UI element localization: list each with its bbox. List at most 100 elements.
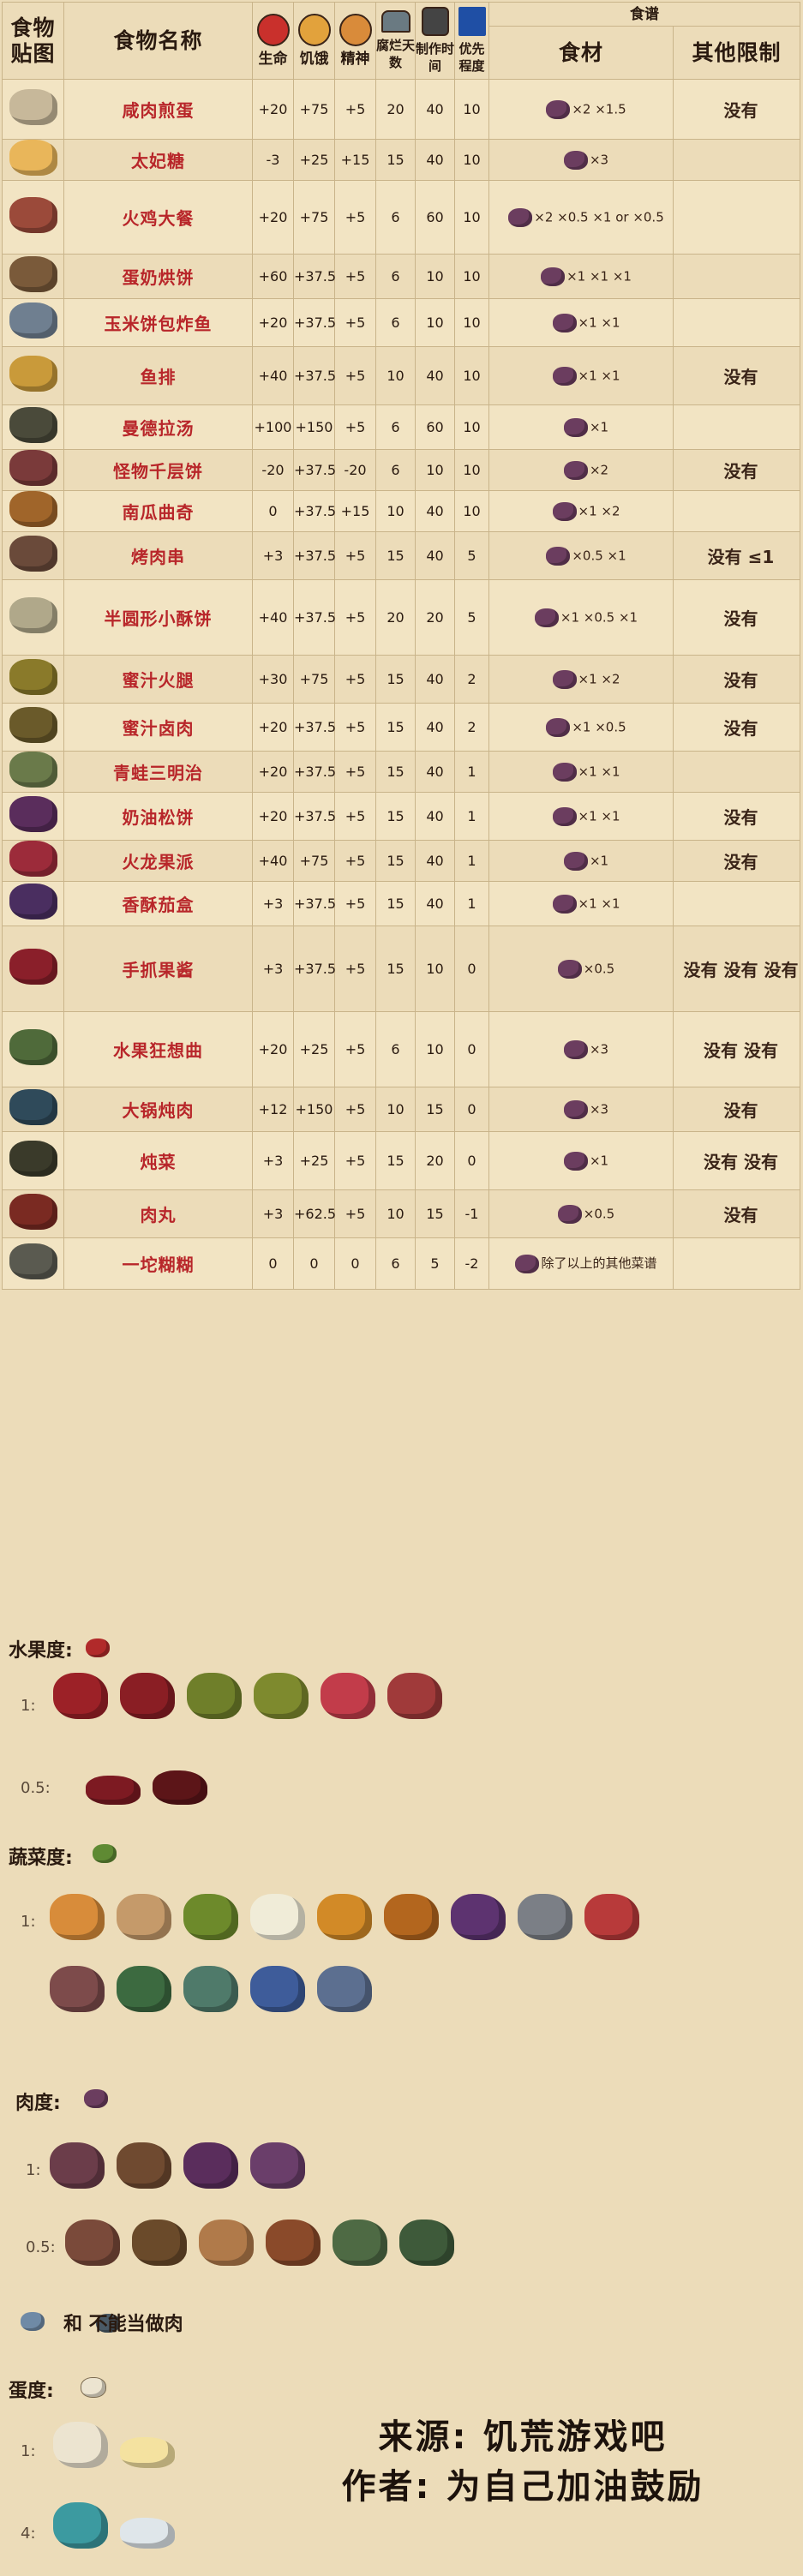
priority-value: 0 [454, 926, 489, 1012]
header-cook: 制作时间 [415, 2, 455, 80]
food-icon [9, 536, 57, 572]
food-image-cell [2, 792, 64, 841]
table-row: 半圆形小酥饼 +40 +37.5 +5 20 20 5 ×1 ×0.5 ×1 没有 [2, 579, 800, 656]
restrictions-cell [673, 404, 800, 450]
ingredient-icon [552, 313, 577, 332]
veg-1-list [50, 1894, 701, 2012]
food-image-cell [2, 139, 64, 181]
header-health: 生命 [252, 2, 294, 80]
table-row: 曼德拉汤 +100 +150 +5 6 60 10 ×1 [2, 404, 800, 450]
table-row: 香酥茄盒 +3 +37.5 +5 15 40 1 ×1 ×1 [2, 881, 800, 926]
food-image-cell [2, 926, 64, 1012]
header-hunger-label: 饥饿 [299, 51, 329, 68]
restrictions-text: 没有 [723, 852, 758, 872]
ingredients-cell: ×3 [488, 1011, 674, 1087]
ingredient-icon [541, 267, 566, 286]
cook-value: 40 [415, 703, 455, 752]
table-row: 蛋奶烘饼 +60 +37.5 +5 6 10 10 ×1 ×1 ×1 [2, 254, 800, 299]
health-value: +60 [252, 254, 294, 299]
food-image-cell [2, 531, 64, 580]
egg-raw-icon [53, 2422, 108, 2468]
health-value: +12 [252, 1087, 294, 1132]
spoil-value: 15 [375, 703, 416, 752]
restrictions-text: 没有 [723, 100, 758, 121]
food-icon [9, 256, 57, 292]
restrictions-cell [673, 180, 800, 255]
ingredients-cell: ×1 ×1 [488, 881, 674, 926]
ingredients-text: ×1 [589, 853, 609, 868]
meat-title: 肉度: [15, 2093, 61, 2114]
morsel-icon [65, 2220, 120, 2266]
red-cap-icon [584, 1894, 639, 1940]
ingredients-cell: ×2 [488, 449, 674, 491]
meat-icon [84, 2089, 108, 2108]
ingredients-text: ×3 [589, 152, 609, 167]
ingredient-icon [552, 806, 577, 826]
ingredients-text: ×1 ×2 [578, 503, 620, 518]
cook-value: 40 [415, 840, 455, 882]
food-icon [9, 841, 57, 877]
ingredients-cell: ×3 [488, 1087, 674, 1132]
egg-cooked-icon [120, 2437, 175, 2468]
spoil-value: 15 [375, 1131, 416, 1190]
ingredients-text: ×1 ×1 [578, 368, 620, 383]
food-image-cell [2, 655, 64, 704]
health-value: +20 [252, 180, 294, 255]
header-spoil-label: 腐烂天数 [376, 38, 416, 70]
ingredients-text: ×1 [589, 1153, 609, 1168]
restrictions-cell: 没有 没有 [673, 1131, 800, 1190]
blue-cap-icon [250, 1966, 305, 2012]
ingredients-text: ×0.5 [583, 961, 615, 976]
restrictions-text: 没有 [723, 1205, 758, 1225]
health-value: 0 [252, 490, 294, 532]
fruit-icon [86, 1638, 110, 1657]
hunger-value: +25 [293, 1131, 335, 1190]
food-icon [9, 491, 57, 527]
ingredient-icon [546, 99, 571, 119]
priority-value: 10 [454, 346, 489, 405]
popcorn-icon [250, 1894, 305, 1940]
food-icon [9, 197, 57, 233]
fruit-1-list [53, 1673, 442, 1719]
hunger-value: +37.5 [293, 254, 336, 299]
food-image-cell [2, 79, 64, 140]
ingredient-icon [557, 959, 582, 979]
table-row: 水果狂想曲 +20 +25 +5 6 10 0 ×3 没有 没有 [2, 1011, 800, 1087]
restrictions-text: 没有 [723, 1100, 758, 1121]
hunger-value: +37.5 [293, 298, 336, 347]
dragon-fruit-icon [321, 1673, 375, 1719]
hunger-value: +62.5 [293, 1189, 336, 1238]
restrictions-cell: 没有 [673, 792, 800, 841]
spoil-value: 6 [375, 180, 416, 255]
food-icon [9, 356, 57, 392]
restrictions-cell: 没有 [673, 346, 800, 405]
table-row: 青蛙三明治 +20 +37.5 +5 15 40 1 ×1 ×1 [2, 751, 800, 793]
durian-icon [187, 1673, 242, 1719]
spoil-value: 6 [375, 298, 416, 347]
restrictions-cell [673, 490, 800, 532]
eggplant-cooked-icon [518, 1894, 572, 1940]
hunger-value: +37.5 [293, 346, 336, 405]
health-value: 0 [252, 1237, 294, 1290]
egg-title: 蛋度: [9, 2381, 54, 2402]
ingredient-icon [552, 366, 577, 386]
cook-value: 60 [415, 404, 455, 450]
egg-icon [81, 2377, 106, 2398]
hunger-value: +25 [293, 1011, 335, 1087]
food-image-cell [2, 1189, 64, 1238]
header-priority-label: 优先程度 [458, 41, 485, 74]
ingredients-cell: ×3 [488, 139, 674, 181]
spoil-value: 15 [375, 139, 416, 181]
hunger-value: +37.5 [293, 449, 336, 491]
table-row: 蜜汁火腿 +30 +75 +5 15 40 2 ×1 ×2 没有 [2, 655, 800, 704]
header-recipe-group: 食谱 [488, 2, 800, 27]
egg-1-label: 1: [21, 2442, 36, 2460]
food-icon [9, 450, 57, 486]
ingredients-text: ×3 [589, 1101, 609, 1117]
sanity-value: +15 [334, 139, 376, 181]
health-value: -20 [252, 449, 294, 491]
restrictions-cell [673, 139, 800, 181]
priority-value: -2 [454, 1237, 489, 1290]
food-name: 曼德拉汤 [63, 404, 253, 450]
food-name: 南瓜曲奇 [63, 490, 253, 532]
